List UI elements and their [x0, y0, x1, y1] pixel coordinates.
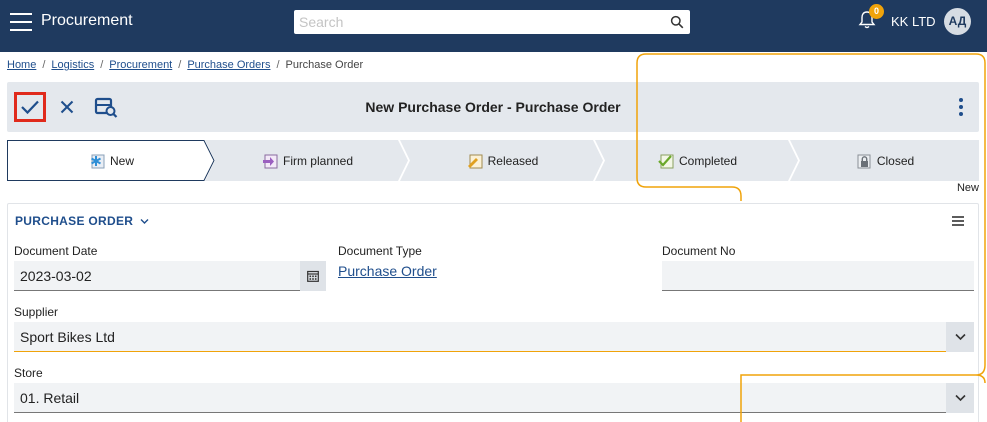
- company-name[interactable]: KK LTD: [891, 14, 936, 29]
- breadcrumb-separator: /: [178, 59, 182, 71]
- top-bar: Procurement 0 KK LTD АД: [0, 0, 987, 52]
- step-label-closed: Closed: [876, 153, 915, 168]
- step-completed[interactable]: Completed: [595, 140, 799, 181]
- supplier-label: Supplier: [14, 305, 59, 319]
- chevron-down-icon: [954, 394, 966, 402]
- document-date-label: Document Date: [14, 244, 98, 258]
- breadcrumb-separator: /: [276, 59, 280, 71]
- chevron-down-icon: [140, 219, 149, 224]
- asterisk-icon: [90, 154, 105, 168]
- breadcrumb-separator: /: [42, 59, 46, 71]
- app-title: Procurement: [41, 12, 133, 29]
- breadcrumb-separator: /: [100, 59, 104, 71]
- step-label-completed: Completed: [678, 153, 738, 168]
- step-closed[interactable]: Closed: [790, 140, 979, 181]
- lock-icon: [857, 154, 871, 168]
- step-firm-planned[interactable]: Firm planned: [205, 140, 409, 181]
- breadcrumb: Home / Logistics / Procurement / Purchase Orde…: [7, 59, 363, 71]
- calendar-button[interactable]: [300, 261, 326, 291]
- document-no-label: Document No: [662, 244, 736, 258]
- calendar-icon: [307, 270, 319, 282]
- search-input[interactable]: [294, 10, 654, 34]
- search-box[interactable]: [294, 10, 690, 34]
- document-no-field[interactable]: [662, 261, 974, 291]
- breadcrumb-home[interactable]: Home: [7, 59, 36, 71]
- chevron-down-icon: [954, 333, 966, 341]
- step-label-released: Released: [487, 153, 539, 168]
- hamburger-menu-icon[interactable]: [10, 13, 32, 31]
- store-dropdown-button[interactable]: [946, 383, 974, 413]
- document-type-label: Document Type: [338, 244, 422, 258]
- step-new[interactable]: New: [7, 140, 215, 181]
- breadcrumb-current: Purchase Order: [285, 59, 364, 71]
- step-released[interactable]: Released: [400, 140, 604, 181]
- page-title: New Purchase Order - Purchase Order: [365, 99, 621, 115]
- breadcrumb-purchase-orders[interactable]: Purchase Orders: [187, 59, 270, 71]
- status-label: New: [956, 182, 979, 194]
- notification-badge: 0: [869, 4, 884, 19]
- section-header[interactable]: PURCHASE ORDER: [15, 214, 149, 228]
- store-field[interactable]: 01. Retail: [14, 383, 946, 413]
- breadcrumb-procurement[interactable]: Procurement: [109, 59, 172, 71]
- firm-planned-icon: [262, 154, 278, 168]
- avatar[interactable]: АД: [944, 8, 971, 35]
- released-icon: [467, 154, 483, 168]
- breadcrumb-logistics[interactable]: Logistics: [51, 59, 94, 71]
- completed-icon: [658, 154, 674, 168]
- supplier-field[interactable]: Sport Bikes Ltd: [14, 322, 946, 352]
- purchase-order-section: PURCHASE ORDER Document Date 2023-03-02 …: [7, 203, 979, 422]
- document-date-field[interactable]: 2023-03-02: [14, 261, 300, 291]
- status-stepper: New Firm planned Released Completed Clos…: [7, 140, 979, 181]
- search-icon[interactable]: [670, 15, 684, 29]
- step-label-new: New: [109, 153, 134, 168]
- document-type-link[interactable]: Purchase Order: [338, 263, 437, 279]
- section-title: PURCHASE ORDER: [15, 214, 134, 228]
- store-label: Store: [14, 366, 43, 380]
- step-label-firm-planned: Firm planned: [282, 153, 354, 168]
- more-options-icon[interactable]: [957, 97, 965, 117]
- toolbar: New Purchase Order - Purchase Order: [7, 82, 979, 132]
- supplier-dropdown-button[interactable]: [946, 322, 974, 352]
- section-menu-icon[interactable]: [952, 216, 964, 226]
